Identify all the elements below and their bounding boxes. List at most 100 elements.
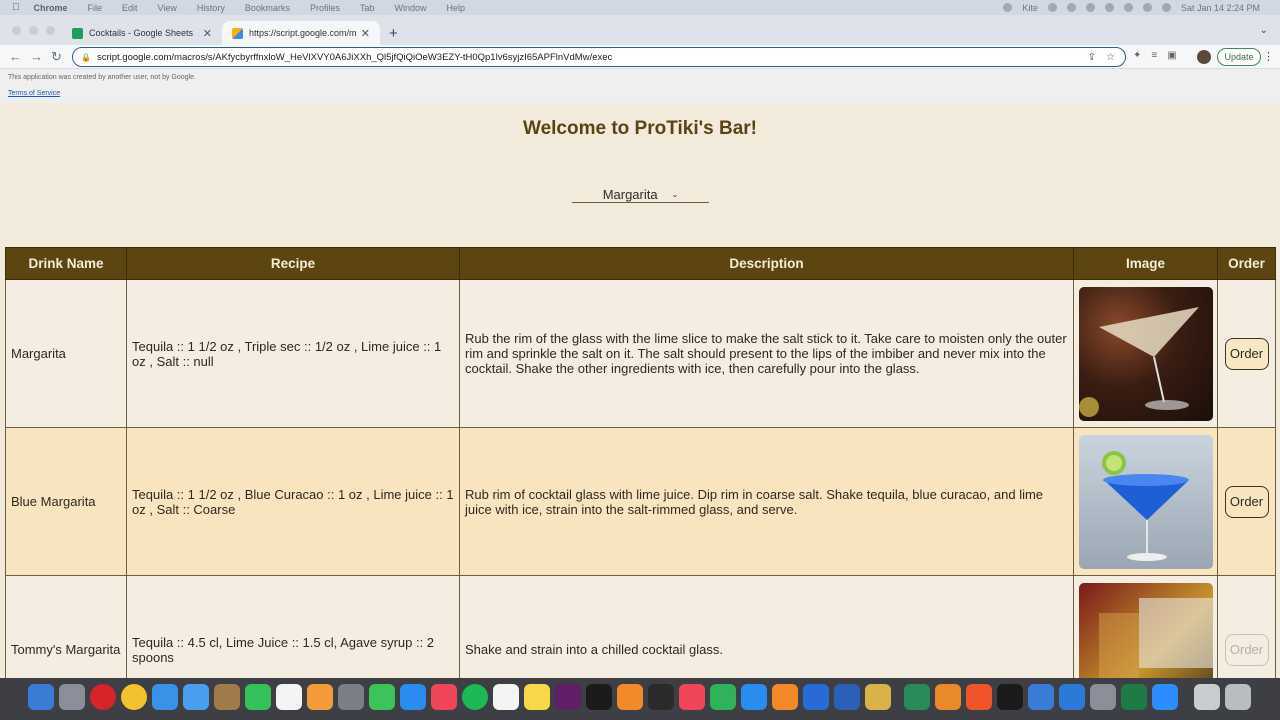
menu-tab[interactable]: Tab <box>360 3 375 13</box>
tab-google-sheets[interactable]: Cocktails - Google Sheets ✕ <box>62 21 222 45</box>
drink-select[interactable]: Margarita ⌄ <box>572 187 709 203</box>
kite-icon[interactable] <box>1003 3 1013 12</box>
zoom-icon[interactable] <box>1152 684 1178 710</box>
terminal-icon[interactable] <box>997 684 1023 710</box>
drink-name: Margarita <box>5 279 127 428</box>
chrome-menu-icon[interactable]: ⋮ <box>1263 50 1274 63</box>
forward-icon[interactable]: → <box>30 49 43 64</box>
app-icon[interactable] <box>904 684 930 710</box>
terms-of-service-link[interactable]: Terms of Service <box>8 90 60 97</box>
profile-avatar[interactable] <box>1197 50 1211 64</box>
side-panel-icon[interactable]: ▣ <box>1167 50 1176 61</box>
banner-note: This application was created by another … <box>8 74 196 81</box>
menu-view[interactable]: View <box>158 3 177 13</box>
app-store-icon[interactable] <box>400 684 426 710</box>
apple-tv-icon[interactable] <box>586 684 612 710</box>
books-icon[interactable] <box>617 684 643 710</box>
contacts-icon[interactable] <box>214 684 240 710</box>
app-icon[interactable] <box>865 684 891 710</box>
spotify-icon[interactable] <box>462 684 488 710</box>
sublime-text-icon[interactable] <box>935 684 961 710</box>
news-icon[interactable] <box>679 684 705 710</box>
trash-icon[interactable] <box>1225 684 1251 710</box>
finder-icon[interactable] <box>28 684 54 710</box>
system-preferences-icon[interactable] <box>338 684 364 710</box>
control-center-icon[interactable] <box>1161 3 1171 12</box>
tab-search-chevron-icon[interactable]: ⌄ <box>1260 25 1268 36</box>
header-description: Description <box>459 247 1074 280</box>
drink-name: Blue Margarita <box>5 427 127 576</box>
utility-icon[interactable] <box>1090 684 1116 710</box>
facetime-icon[interactable] <box>245 684 271 710</box>
document-icon[interactable] <box>1194 684 1220 710</box>
extensions-puzzle-icon[interactable]: ✦ <box>1133 50 1141 61</box>
zoom-window-button[interactable] <box>46 26 55 35</box>
drink-image-cell <box>1073 427 1218 576</box>
notes-icon[interactable] <box>524 684 550 710</box>
order-button[interactable]: Order <box>1224 337 1269 370</box>
apple-menu-icon[interactable]:  <box>12 2 20 13</box>
reading-list-icon[interactable]: ≡ <box>1151 50 1157 61</box>
back-icon[interactable]: ← <box>9 49 22 64</box>
launchpad-icon[interactable] <box>59 684 85 710</box>
update-button[interactable]: Update <box>1217 48 1261 66</box>
trello-icon[interactable] <box>803 684 829 710</box>
status-icon[interactable] <box>1085 3 1095 12</box>
wifi-icon[interactable] <box>1123 3 1133 12</box>
menu-help[interactable]: Help <box>446 3 465 13</box>
close-window-button[interactable] <box>12 26 21 35</box>
drinks-table: Drink Name Recipe Description Image Orde… <box>5 247 1276 720</box>
order-button[interactable]: Order <box>1224 633 1269 666</box>
address-bar[interactable]: 🔒 script.google.com/macros/s/AKfycbyrffn… <box>72 47 1126 67</box>
numbers-icon[interactable] <box>710 684 736 710</box>
tab-apps-script[interactable]: https://script.google.com/mac ✕ <box>222 21 380 45</box>
app-icon[interactable] <box>1028 684 1054 710</box>
page-title: Welcome to ProTiki's Bar! <box>523 118 757 139</box>
opera-icon[interactable] <box>90 684 116 710</box>
clock[interactable]: Sat Jan 14 2:24 PM <box>1181 3 1260 13</box>
slack-icon[interactable] <box>555 684 581 710</box>
reminders-icon[interactable] <box>493 684 519 710</box>
table-row: Blue Margarita Tequila :: 1 1/2 oz , Blu… <box>5 427 1276 576</box>
keynote-icon[interactable] <box>741 684 767 710</box>
tab-title: Cocktails - Google Sheets <box>89 28 194 38</box>
kite-label[interactable]: Kite <box>1022 3 1038 13</box>
status-icon[interactable] <box>1066 3 1076 12</box>
mail-icon[interactable] <box>183 684 209 710</box>
activity-monitor-icon[interactable] <box>648 684 674 710</box>
lock-icon[interactable]: 🔒 <box>81 53 91 62</box>
reload-icon[interactable]: ↻ <box>51 49 62 65</box>
postman-icon[interactable] <box>966 684 992 710</box>
close-tab-icon[interactable]: ✕ <box>361 27 370 40</box>
vscode-icon[interactable] <box>1059 684 1085 710</box>
close-tab-icon[interactable]: ✕ <box>203 27 212 40</box>
word-icon[interactable] <box>834 684 860 710</box>
menu-file[interactable]: File <box>88 3 103 13</box>
pages-icon[interactable] <box>772 684 798 710</box>
order-button[interactable]: Order <box>1224 485 1269 518</box>
chrome-icon[interactable] <box>121 684 147 710</box>
drink-recipe: Tequila :: 1 1/2 oz , Triple sec :: 1/2 … <box>126 279 460 428</box>
bluetooth-icon[interactable] <box>1104 3 1114 12</box>
photos-icon[interactable] <box>307 684 333 710</box>
safari-icon[interactable] <box>152 684 178 710</box>
margarita-photo <box>1079 286 1213 421</box>
menu-window[interactable]: Window <box>394 3 426 13</box>
url-text[interactable]: script.google.com/macros/s/AKfycbyrffnxl… <box>97 52 1088 63</box>
menu-bookmarks[interactable]: Bookmarks <box>245 3 290 13</box>
music-icon[interactable] <box>431 684 457 710</box>
menu-profiles[interactable]: Profiles <box>310 3 340 13</box>
new-tab-button[interactable]: + <box>389 25 398 42</box>
menu-chrome[interactable]: Chrome <box>34 3 68 13</box>
calendar-icon[interactable] <box>276 684 302 710</box>
menu-edit[interactable]: Edit <box>122 3 138 13</box>
minimize-window-button[interactable] <box>29 26 38 35</box>
status-icon[interactable] <box>1047 3 1057 12</box>
spotlight-icon[interactable] <box>1142 3 1152 12</box>
share-icon[interactable]: ⇪ <box>1088 52 1096 63</box>
messages-icon[interactable] <box>369 684 395 710</box>
excel-icon[interactable] <box>1121 684 1147 710</box>
header-drink-name: Drink Name <box>5 247 127 280</box>
menu-history[interactable]: History <box>197 3 225 13</box>
bookmark-star-icon[interactable]: ☆ <box>1106 52 1115 63</box>
